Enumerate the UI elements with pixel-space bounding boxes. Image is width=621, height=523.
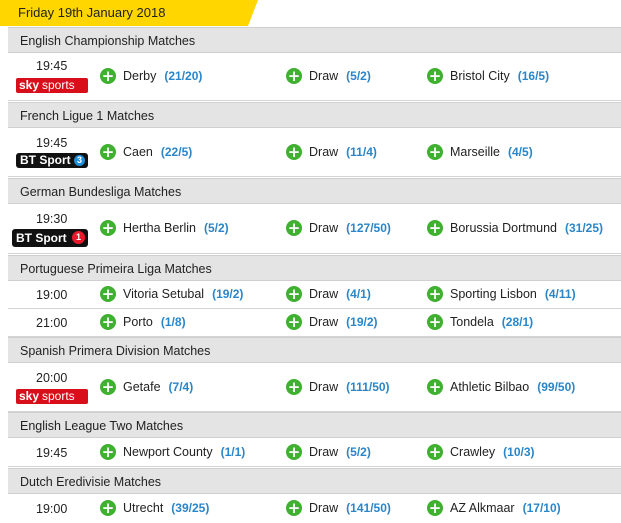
add-bet-icon[interactable]: + bbox=[100, 444, 116, 460]
home-selection[interactable]: + Newport County (1/1) bbox=[100, 444, 245, 460]
match-row: 19:30 BT Sport 1 + Hertha Berlin (5/2) + Dra… bbox=[8, 204, 621, 254]
draw-selection[interactable]: + Draw (111/50) bbox=[286, 379, 390, 395]
add-bet-icon[interactable]: + bbox=[100, 68, 116, 84]
draw-selection[interactable]: + Draw (5/2) bbox=[286, 68, 371, 84]
away-selection[interactable]: + Bristol City (16/5) bbox=[427, 68, 549, 84]
draw-selection[interactable]: + Draw (5/2) bbox=[286, 444, 371, 460]
add-bet-icon[interactable]: + bbox=[427, 444, 443, 460]
add-bet-icon[interactable]: + bbox=[427, 68, 443, 84]
add-bet-icon[interactable]: + bbox=[100, 500, 116, 516]
date-label: Friday 19th January 2018 bbox=[18, 5, 166, 20]
add-bet-icon[interactable]: + bbox=[286, 500, 302, 516]
match-row: 19:00 + Utrecht (39/25) + Draw (141/50) + AZ … bbox=[8, 494, 621, 523]
match-time: 21:00 bbox=[36, 316, 68, 330]
home-selection[interactable]: + Utrecht (39/25) bbox=[100, 500, 209, 516]
draw-selection[interactable]: + Draw (4/1) bbox=[286, 286, 371, 302]
match-time: 20:00 bbox=[36, 371, 68, 385]
home-selection[interactable]: + Hertha Berlin (5/2) bbox=[100, 220, 229, 236]
add-bet-icon[interactable]: + bbox=[427, 379, 443, 395]
match-row: 19:45 + Newport County (1/1) + Draw (5/2) + C… bbox=[8, 438, 621, 467]
match-time: 19:00 bbox=[36, 288, 68, 302]
bt-sport-1-logo: BT Sport 1 bbox=[12, 229, 88, 247]
section-header-portuguese-primeira-liga: Portuguese Primeira Liga Matches bbox=[8, 255, 621, 281]
match-time: 19:45 bbox=[36, 59, 68, 73]
away-selection[interactable]: + Marseille (4/5) bbox=[427, 144, 533, 160]
away-selection[interactable]: + Crawley (10/3) bbox=[427, 444, 535, 460]
home-selection[interactable]: + Vitoria Setubal (19/2) bbox=[100, 286, 243, 302]
section-header-english-championship: English Championship Matches bbox=[8, 27, 621, 53]
section-title: English Championship Matches bbox=[20, 34, 196, 48]
add-bet-icon[interactable]: + bbox=[427, 220, 443, 236]
away-selection[interactable]: + Athletic Bilbao (99/50) bbox=[427, 379, 575, 395]
match-time: 19:45 bbox=[36, 446, 68, 460]
section-header-spanish-primera-division: Spanish Primera Division Matches bbox=[8, 337, 621, 363]
home-selection[interactable]: + Derby (21/20) bbox=[100, 68, 202, 84]
home-selection[interactable]: + Porto (1/8) bbox=[100, 314, 186, 330]
add-bet-icon[interactable]: + bbox=[286, 379, 302, 395]
add-bet-icon[interactable]: + bbox=[100, 220, 116, 236]
match-row: 19:45 sky sports + Derby (21/20) + Draw (5/2)… bbox=[8, 53, 621, 101]
add-bet-icon[interactable]: + bbox=[286, 144, 302, 160]
draw-selection[interactable]: + Draw (141/50) bbox=[286, 500, 391, 516]
add-bet-icon[interactable]: + bbox=[286, 286, 302, 302]
sky-sports-logo: sky sports bbox=[16, 78, 88, 93]
add-bet-icon[interactable]: + bbox=[427, 144, 443, 160]
section-header-french-ligue-1: French Ligue 1 Matches bbox=[8, 102, 621, 128]
match-time: 19:00 bbox=[36, 502, 68, 516]
match-row: 20:00 sky sports + Getafe (7/4) + Draw (111/5… bbox=[8, 363, 621, 412]
add-bet-icon[interactable]: + bbox=[286, 444, 302, 460]
section-header-german-bundesliga: German Bundesliga Matches bbox=[8, 178, 621, 204]
section-title: Spanish Primera Division Matches bbox=[20, 344, 211, 358]
section-header-english-league-two: English League Two Matches bbox=[8, 412, 621, 438]
section-title: German Bundesliga Matches bbox=[20, 185, 182, 199]
add-bet-icon[interactable]: + bbox=[286, 314, 302, 330]
add-bet-icon[interactable]: + bbox=[100, 144, 116, 160]
sky-sports-logo: sky sports bbox=[16, 389, 88, 404]
add-bet-icon[interactable]: + bbox=[427, 314, 443, 330]
add-bet-icon[interactable]: + bbox=[100, 286, 116, 302]
add-bet-icon[interactable]: + bbox=[427, 286, 443, 302]
add-bet-icon[interactable]: + bbox=[286, 220, 302, 236]
section-title: Dutch Eredivisie Matches bbox=[20, 475, 162, 489]
section-title: French Ligue 1 Matches bbox=[20, 109, 155, 123]
away-selection[interactable]: + Tondela (28/1) bbox=[427, 314, 533, 330]
draw-selection[interactable]: + Draw (19/2) bbox=[286, 314, 378, 330]
home-selection[interactable]: + Caen (22/5) bbox=[100, 144, 192, 160]
date-tab: Friday 19th January 2018 bbox=[0, 0, 621, 26]
home-selection[interactable]: + Getafe (7/4) bbox=[100, 379, 193, 395]
add-bet-icon[interactable]: + bbox=[286, 68, 302, 84]
section-title: English League Two Matches bbox=[20, 419, 184, 433]
match-time: 19:30 bbox=[36, 212, 68, 226]
bt-sport-3-logo: BT Sport 3 bbox=[16, 153, 88, 168]
match-row: 21:00 + Porto (1/8) + Draw (19/2) + Tondela (2… bbox=[8, 309, 621, 337]
match-row: 19:45 BT Sport 3 + Caen (22/5) + Draw (11/4) … bbox=[8, 128, 621, 177]
add-bet-icon[interactable]: + bbox=[100, 379, 116, 395]
draw-selection[interactable]: + Draw (127/50) bbox=[286, 220, 391, 236]
away-selection[interactable]: + Borussia Dortmund (31/25) bbox=[427, 220, 603, 236]
section-header-dutch-eredivisie: Dutch Eredivisie Matches bbox=[8, 468, 621, 494]
section-title: Portuguese Primeira Liga Matches bbox=[20, 262, 212, 276]
away-selection[interactable]: + AZ Alkmaar (17/10) bbox=[427, 500, 561, 516]
add-bet-icon[interactable]: + bbox=[427, 500, 443, 516]
add-bet-icon[interactable]: + bbox=[100, 314, 116, 330]
away-selection[interactable]: + Sporting Lisbon (4/11) bbox=[427, 286, 576, 302]
draw-selection[interactable]: + Draw (11/4) bbox=[286, 144, 377, 160]
match-time: 19:45 bbox=[36, 136, 68, 150]
match-row: 19:00 + Vitoria Setubal (19/2) + Draw (4/1) … bbox=[8, 281, 621, 309]
